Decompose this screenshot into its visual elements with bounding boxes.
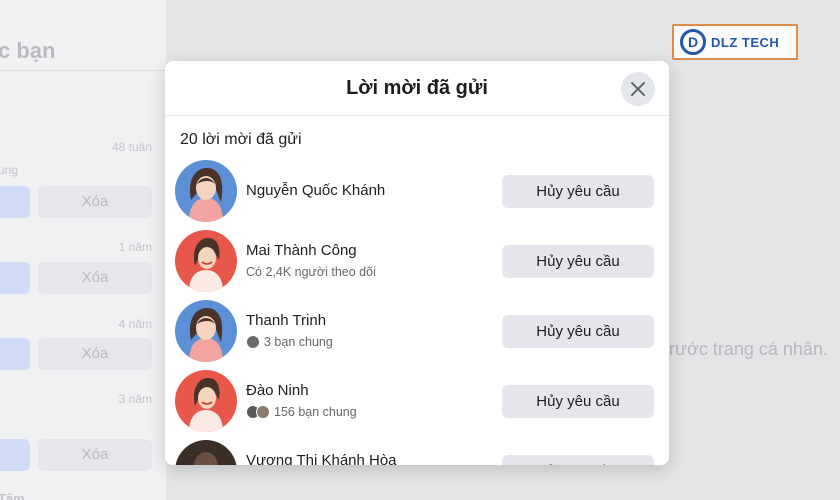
follower-count: Có 2,4K người theo dõi — [246, 265, 376, 279]
cancel-request-button[interactable]: Hủy yêu cầu — [502, 385, 654, 418]
dialog-header: Lời mời đã gửi — [165, 61, 669, 116]
background-delete-button: Xóa — [38, 262, 152, 294]
sent-requests-dialog: Lời mời đã gửi 20 lời mời đã gửi Nguyễn … — [165, 61, 669, 465]
person-name[interactable]: Nguyễn Quốc Khánh — [246, 182, 385, 199]
background-confirm-button — [0, 338, 30, 370]
follower-text: Có 2,4K người theo dõi — [246, 265, 376, 279]
avatar[interactable] — [175, 230, 237, 292]
mutual-friend-avatar — [256, 405, 270, 419]
background-confirm-button — [0, 262, 30, 294]
background-sidebar: c bạn 48 tuần ung Xóa 1 năm Xóa 4 năm Xó… — [0, 0, 166, 500]
background-time: 48 tuần — [111, 140, 152, 154]
dialog-title: Lời mời đã gửi — [346, 77, 488, 99]
logo-mark: D — [680, 29, 706, 55]
close-icon — [631, 82, 645, 96]
avatar[interactable] — [175, 440, 237, 465]
list-item: Vương Thị Khánh Hòa Hủy yêu cầu — [165, 440, 669, 465]
dlz-tech-logo: D DLZ TECH — [672, 24, 798, 60]
background-bottom-label: Tâm — [0, 491, 25, 500]
background-time: 4 năm — [118, 317, 152, 331]
mutual-friends-text: 156 bạn chung — [274, 405, 357, 419]
cancel-request-button[interactable]: Hủy yêu cầu — [502, 455, 654, 465]
avatar[interactable] — [175, 300, 237, 362]
background-delete-button: Xóa — [38, 338, 152, 370]
cancel-request-button[interactable]: Hủy yêu cầu — [502, 315, 654, 348]
list-item: Thanh Trinh 3 bạn chung Hủy yêu cầu — [165, 300, 669, 366]
cancel-request-button[interactable]: Hủy yêu cầu — [502, 245, 654, 278]
person-name[interactable]: Mai Thành Công — [246, 242, 357, 259]
avatar[interactable] — [175, 370, 237, 432]
background-title: c bạn — [0, 38, 56, 63]
avatar[interactable] — [175, 160, 237, 222]
background-time: 1 năm — [118, 240, 152, 254]
logo-text: DLZ TECH — [711, 34, 780, 50]
background-time: 3 năm — [118, 392, 152, 406]
close-button[interactable] — [621, 72, 655, 106]
background-confirm-button — [0, 186, 30, 218]
request-count: 20 lời mời đã gửi — [180, 131, 302, 148]
background-delete-button: Xóa — [38, 186, 152, 218]
background-confirm-button — [0, 439, 30, 471]
person-name[interactable]: Vương Thị Khánh Hòa — [246, 452, 397, 465]
background-right-text: trước trang cá nhân. — [664, 339, 828, 359]
person-name[interactable]: Thanh Trinh — [246, 312, 326, 329]
background-delete-button: Xóa — [38, 439, 152, 471]
mutual-friends: 3 bạn chung — [246, 335, 333, 349]
list-item: Mai Thành Công Có 2,4K người theo dõi Hủ… — [165, 230, 669, 296]
background-divider — [0, 70, 166, 71]
mutual-friends: 156 bạn chung — [246, 405, 357, 419]
cancel-request-button[interactable]: Hủy yêu cầu — [502, 175, 654, 208]
mutual-friends-text: 3 bạn chung — [264, 335, 333, 349]
mutual-friend-avatar — [246, 335, 260, 349]
list-item: Nguyễn Quốc Khánh Hủy yêu cầu — [165, 160, 669, 226]
person-name[interactable]: Đào Ninh — [246, 382, 309, 399]
background-sublabel: ung — [0, 163, 19, 177]
list-item: Đào Ninh 156 bạn chung Hủy yêu cầu — [165, 370, 669, 436]
